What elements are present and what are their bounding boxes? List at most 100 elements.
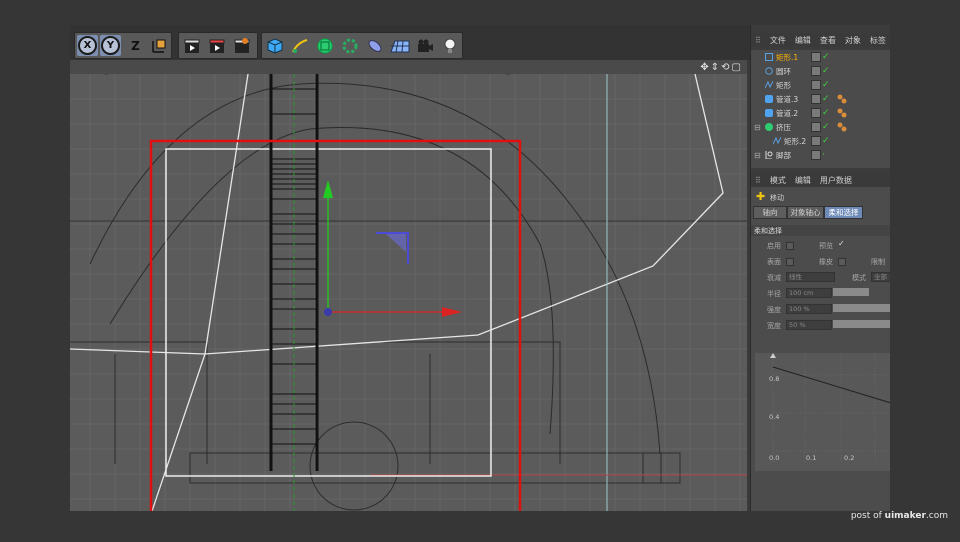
menu-tags[interactable]: 标签: [870, 35, 886, 46]
rubber-label: 橡皮: [819, 258, 833, 266]
menu-mode[interactable]: 模式: [770, 175, 786, 186]
object-manager-menu: ⠿ 文件 编辑 查看 对象 标签: [751, 33, 890, 47]
subdivision-icon: [317, 38, 332, 53]
material-tag-icon[interactable]: [837, 108, 847, 118]
surface-checkbox[interactable]: [786, 258, 794, 266]
enable-check-icon[interactable]: ✓: [822, 81, 830, 90]
falloff-select[interactable]: 线性: [786, 272, 835, 282]
mode-label: 模式: [852, 274, 866, 282]
tree-row[interactable]: 矩形 ✓: [751, 78, 890, 92]
render-view-button[interactable]: [181, 35, 202, 56]
visibility-toggle[interactable]: [811, 80, 821, 90]
visibility-toggle[interactable]: [811, 66, 821, 76]
visibility-toggle[interactable]: [811, 150, 821, 160]
light-bulb-icon: [444, 38, 455, 53]
radius-field[interactable]: 100 cm: [786, 288, 832, 298]
enable-check-icon[interactable]: ✓: [822, 53, 830, 62]
enable-check-icon[interactable]: ✓: [822, 67, 830, 76]
coordinate-system-icon: [151, 39, 165, 53]
width-slider[interactable]: [833, 320, 890, 328]
render-picture-viewer-button[interactable]: [206, 35, 227, 56]
spline-pen-button[interactable]: [289, 35, 310, 56]
grip-icon: ⠿: [755, 35, 761, 45]
x-tick-label: 0.2: [844, 454, 855, 462]
array-button[interactable]: [339, 35, 360, 56]
clapper-icon: [184, 39, 199, 53]
watermark: post of uimaker.com: [851, 511, 948, 521]
floor-button[interactable]: [389, 35, 410, 56]
falloff-curve-graph[interactable]: 0.8 0.4 0.0 0.1 0.2: [755, 353, 890, 471]
tree-row[interactable]: 矩形.1 ✓: [751, 50, 890, 64]
tab-soft-selection[interactable]: 柔和选择: [824, 206, 863, 219]
tree-row[interactable]: ⊟ 脚部 ·: [751, 148, 890, 162]
visibility-toggle[interactable]: [811, 108, 821, 118]
perspective-viewport[interactable]: ✥ ⇕ ⟲ ▢: [70, 60, 747, 511]
render-settings-button[interactable]: [231, 35, 252, 56]
strength-slider[interactable]: [833, 304, 890, 312]
menu-edit[interactable]: 编辑: [795, 35, 811, 46]
tube-icon: [765, 95, 773, 103]
material-tag-icon[interactable]: [837, 122, 847, 132]
object-tree: 矩形.1 ✓ 圆环 ✓ 矩形 ✓ 管道.3 ✓ 管道.2 ✓ ⊟ 挤压 ✓ 矩形…: [751, 50, 890, 168]
tree-row[interactable]: ⊟ 挤压 ✓: [751, 120, 890, 134]
menu-user-data[interactable]: 用户数据: [820, 175, 852, 186]
tab-object-axis[interactable]: 对象轴心: [787, 206, 824, 219]
preview-check-icon[interactable]: ✓: [838, 239, 845, 248]
coordinate-system-button[interactable]: [148, 35, 169, 56]
radius-label: 半径: [767, 290, 781, 298]
spline-icon: [773, 137, 781, 145]
material-tag-icon[interactable]: [837, 94, 847, 104]
strength-label: 强度: [767, 306, 781, 314]
rotate-view-icon[interactable]: ⟲: [721, 62, 729, 73]
tool-name: 移动: [770, 194, 784, 202]
enable-check-icon[interactable]: ✓: [822, 137, 830, 146]
visibility-toggle[interactable]: [811, 52, 821, 62]
watermark-site: uimaker: [884, 511, 926, 521]
enable-check-icon[interactable]: ✓: [822, 109, 830, 118]
y-axis-label: Y: [106, 40, 115, 51]
visibility-toggle[interactable]: [811, 136, 821, 146]
x-axis-lock-button[interactable]: X: [77, 35, 98, 56]
viewport-canvas: [70, 74, 747, 511]
strength-field[interactable]: 100 %: [786, 304, 832, 314]
enable-check-icon[interactable]: ✓: [822, 95, 830, 104]
tree-row[interactable]: 管道.2 ✓: [751, 106, 890, 120]
move-tool-icon: ✚: [756, 190, 766, 203]
main-toolbar: X Y Z: [70, 25, 750, 60]
tree-row[interactable]: 管道.3 ✓: [751, 92, 890, 106]
z-axis-label: Z: [131, 38, 140, 53]
tree-row[interactable]: 圆环 ✓: [751, 64, 890, 78]
enable-check-icon[interactable]: ·: [822, 151, 825, 160]
menu-file[interactable]: 文件: [770, 35, 786, 46]
enable-label: 启用: [767, 242, 781, 250]
visibility-toggle[interactable]: [811, 122, 821, 132]
enable-checkbox[interactable]: [786, 242, 794, 250]
visibility-toggle[interactable]: [811, 94, 821, 104]
collapse-icon[interactable]: ⊟: [754, 151, 761, 160]
pen-icon: [291, 38, 307, 53]
tree-label: 管道.2: [776, 108, 799, 118]
light-button[interactable]: [439, 35, 460, 56]
y-axis-lock-button[interactable]: Y: [100, 35, 121, 56]
mode-select[interactable]: 全部: [871, 272, 890, 282]
width-field[interactable]: 50 %: [786, 320, 832, 330]
null-icon: [765, 151, 773, 159]
subdivision-button[interactable]: [314, 35, 335, 56]
collapse-icon[interactable]: ⊟: [754, 123, 761, 132]
deformer-button[interactable]: [364, 35, 385, 56]
menu-view[interactable]: 查看: [820, 35, 836, 46]
camera-button[interactable]: [414, 35, 435, 56]
cinema4d-window: X Y Z ✥ ⇕ ⟲ ▢ ⠿ 文件 编辑 查看 对象 标签 矩形.1 ✓ 圆环…: [70, 25, 890, 511]
move-view-icon[interactable]: ✥: [700, 62, 708, 73]
rubber-checkbox[interactable]: [838, 258, 846, 266]
zoom-view-icon[interactable]: ⇕: [711, 62, 719, 73]
tree-row[interactable]: 矩形.2 ✓: [751, 134, 890, 148]
tab-axis[interactable]: 轴向: [753, 206, 787, 219]
menu-edit[interactable]: 编辑: [795, 175, 811, 186]
menu-objects[interactable]: 对象: [845, 35, 861, 46]
radius-slider[interactable]: [833, 288, 869, 296]
enable-check-icon[interactable]: ✓: [822, 123, 830, 132]
z-axis-lock-button[interactable]: Z: [125, 35, 146, 56]
cube-button[interactable]: [264, 35, 285, 56]
maximize-view-icon[interactable]: ▢: [732, 62, 741, 73]
